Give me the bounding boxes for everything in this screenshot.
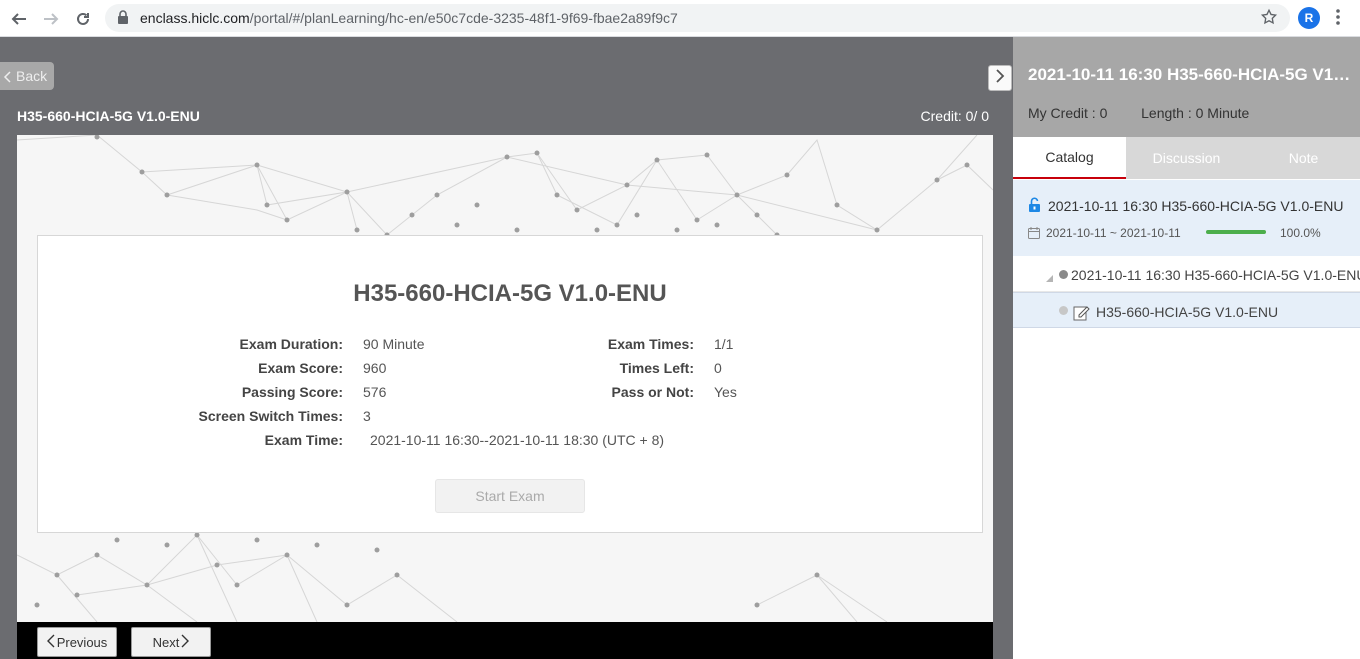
expand-triangle-icon[interactable] — [1045, 270, 1054, 288]
exam-info-card: H35-660-HCIA-5G V1.0-ENU Exam Duration: … — [37, 235, 983, 533]
next-button[interactable]: Next — [131, 627, 211, 657]
exam-time-label: Exam Time: — [264, 432, 343, 448]
tab-discussion[interactable]: Discussion — [1126, 137, 1247, 179]
url-text: enclass.hiclc.com/portal/#/planLearning/… — [140, 10, 678, 26]
node-dot-icon — [1059, 306, 1068, 315]
catalog-node-title: 2021-10-11 16:30 H35-660-HCIA-5G V1.0-EN… — [1071, 267, 1360, 283]
catalog-plan-title: 2021-10-11 16:30 H35-660-HCIA-5G V1.0-EN… — [1048, 198, 1344, 214]
catalog-exam-item[interactable]: H35-660-HCIA-5G V1.0-ENU — [1013, 292, 1360, 328]
exam-score-label: Exam Score: — [258, 360, 343, 376]
panel-header: 2021-10-11 16:30 H35-660-HCIA-5G V1.0-EN… — [1013, 37, 1360, 137]
exam-edit-icon — [1073, 304, 1090, 326]
course-side-panel: 2021-10-11 16:30 H35-660-HCIA-5G V1.0-EN… — [1013, 37, 1360, 659]
progress-bar — [1206, 230, 1266, 234]
chevron-right-icon — [181, 634, 190, 651]
exam-times-label: Exam Times: — [607, 336, 694, 352]
tab-note[interactable]: Note — [1247, 137, 1360, 179]
panel-title: 2021-10-11 16:30 H35-660-HCIA-5G V1.0-EN… — [1028, 65, 1353, 84]
exam-content: H35-660-HCIA-5G V1.0-ENU Exam Duration: … — [17, 135, 993, 622]
credit-text: Credit: 0/ 0 — [920, 108, 989, 124]
exam-score-value: 960 — [363, 360, 387, 376]
tab-catalog[interactable]: Catalog — [1013, 137, 1126, 179]
url-path: /portal/#/planLearning/hc-en/e50c7cde-32… — [249, 10, 678, 26]
exam-title: H35-660-HCIA-5G V1.0-ENU — [353, 280, 667, 307]
chevron-right-icon — [995, 68, 1005, 88]
catalog-node[interactable]: 2021-10-11 16:30 H35-660-HCIA-5G V1.0-EN… — [1013, 256, 1360, 292]
passing-score-value: 576 — [363, 384, 387, 400]
start-exam-button[interactable]: Start Exam — [435, 479, 585, 513]
forward-arrow-icon[interactable] — [40, 8, 62, 30]
exam-duration-label: Exam Duration: — [239, 336, 343, 352]
times-left-value: 0 — [714, 360, 722, 376]
course-stage: Back H35-660-HCIA-5G V1.0-ENU Credit: 0/… — [0, 37, 1013, 659]
length: Length : 0 Minute — [1141, 105, 1250, 121]
pager-bar: Previous Next — [17, 622, 993, 659]
panel-tabs: Catalog Discussion Note — [1013, 137, 1360, 179]
url-host: enclass.hiclc.com — [140, 10, 250, 26]
browser-toolbar: enclass.hiclc.com/portal/#/planLearning/… — [0, 0, 1360, 37]
back-arrow-icon[interactable] — [8, 8, 30, 30]
times-left-label: Times Left: — [619, 360, 694, 376]
collapse-panel-button[interactable] — [988, 65, 1012, 91]
bookmark-star-icon[interactable] — [1260, 8, 1278, 31]
catalog-exam-title: H35-660-HCIA-5G V1.0-ENU — [1096, 304, 1279, 320]
catalog-date-range: 2021-10-11 ~ 2021-10-11 — [1046, 226, 1181, 240]
address-bar[interactable]: enclass.hiclc.com/portal/#/planLearning/… — [105, 4, 1290, 32]
chevron-left-icon — [3, 70, 11, 86]
my-credit: My Credit : 0 — [1028, 105, 1108, 121]
chevron-left-icon — [46, 634, 55, 651]
exam-duration-value: 90 Minute — [363, 336, 425, 352]
calendar-icon — [1028, 226, 1040, 244]
progress-bar-fill — [1206, 230, 1266, 234]
passing-score-label: Passing Score: — [241, 384, 343, 400]
back-button[interactable]: Back — [0, 62, 54, 90]
catalog-plan-item[interactable]: 2021-10-11 16:30 H35-660-HCIA-5G V1.0-EN… — [1013, 180, 1360, 256]
panel-meta: My Credit : 0 Length : 0 Minute — [1028, 105, 1249, 121]
lock-icon — [117, 10, 129, 30]
pass-or-not-label: Pass or Not: — [611, 384, 694, 400]
profile-avatar[interactable]: R — [1298, 7, 1320, 29]
pass-or-not-value: Yes — [714, 384, 737, 400]
next-label: Next — [152, 634, 180, 650]
screen-switch-value: 3 — [363, 408, 371, 424]
reload-icon[interactable] — [72, 8, 94, 30]
previous-button[interactable]: Previous — [37, 627, 117, 657]
course-title: H35-660-HCIA-5G V1.0-ENU — [17, 108, 200, 124]
exam-times-value: 1/1 — [714, 336, 734, 352]
exam-time-value: 2021-10-11 16:30--2021-10-11 18:30 (UTC … — [370, 432, 665, 448]
previous-label: Previous — [56, 634, 108, 650]
screen-switch-label: Screen Switch Times: — [198, 408, 343, 424]
unlock-icon — [1028, 197, 1041, 218]
back-label: Back — [16, 68, 48, 84]
node-dot-icon — [1059, 270, 1068, 279]
progress-percent: 100.0% — [1280, 226, 1321, 240]
kebab-menu-icon[interactable] — [1335, 8, 1341, 31]
